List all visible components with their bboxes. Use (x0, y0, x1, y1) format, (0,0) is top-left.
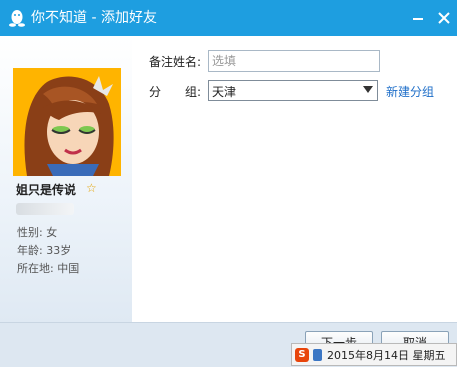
location-info: 所在地: 中国 (17, 262, 80, 275)
blurred-account-number (16, 203, 74, 215)
avatar (13, 68, 121, 176)
ime-status-bar[interactable]: S 2015年8月14日 星期五 (291, 343, 457, 366)
group-select-value: 天津 (212, 85, 237, 99)
qq-penguin-icon (9, 10, 25, 27)
age-info: 年龄: 33岁 (17, 244, 72, 257)
minimize-icon[interactable] (408, 8, 428, 28)
remark-name-label: 备注姓名: (149, 55, 202, 69)
close-icon[interactable] (434, 8, 454, 28)
form-panel: 备注姓名: 分 组: 天津 新建分组 (132, 36, 457, 322)
add-friend-window: 你不知道 - 添加好友 姐只是传说 ☆ 性别: 女 年龄: 33岁 所在地: 中… (0, 0, 457, 367)
profile-panel: 姐只是传说 ☆ 性别: 女 年龄: 33岁 所在地: 中国 (0, 36, 132, 322)
star-icon: ☆ (86, 181, 97, 195)
remark-name-input[interactable] (208, 50, 380, 72)
chevron-down-icon (363, 86, 373, 93)
ime-date-text: 2015年8月14日 星期五 (327, 349, 446, 362)
title-bar[interactable]: 你不知道 - 添加好友 (0, 0, 457, 36)
sogou-ime-icon[interactable]: S (295, 348, 309, 362)
group-select[interactable]: 天津 (208, 80, 378, 101)
avatar-image (13, 68, 121, 176)
ime-mode-icon[interactable] (313, 349, 322, 361)
group-label: 分 组: (149, 85, 202, 99)
gender-info: 性别: 女 (17, 226, 58, 239)
window-title: 你不知道 - 添加好友 (31, 10, 157, 26)
new-group-link[interactable]: 新建分组 (386, 83, 434, 100)
nickname: 姐只是传说 (16, 183, 77, 197)
